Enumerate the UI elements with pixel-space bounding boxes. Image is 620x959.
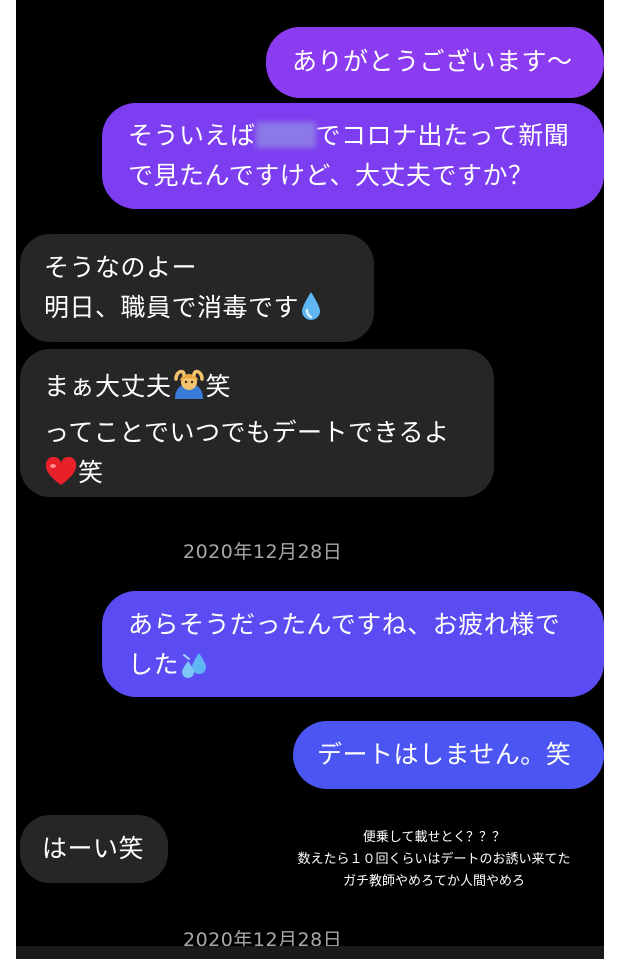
caption-line: 数えたら１０回くらいはデートのお誘い来てた bbox=[297, 852, 571, 867]
message-text: デートはしません。笑 bbox=[317, 740, 572, 769]
message-text-fragment: 明日、職員で消毒です bbox=[44, 293, 300, 322]
message-text: はーい笑 bbox=[42, 834, 145, 863]
message-text-line: そういえば でコロナ出たって新聞 bbox=[128, 116, 604, 156]
person-gesturing-ok-icon bbox=[172, 369, 206, 413]
message-text-line: した bbox=[128, 645, 604, 691]
redacted-text bbox=[255, 122, 316, 148]
incoming-message[interactable]: まぁ大丈夫笑 ってことでいつでもデートできるよ 笑 bbox=[20, 349, 494, 497]
message-text-line: そうなのよー bbox=[44, 253, 198, 282]
outgoing-message[interactable]: あらそうだったんですね、お疲れ様で した bbox=[102, 591, 604, 697]
message-text-line: あらそうだったんですね、お疲れ様で bbox=[128, 610, 561, 639]
message-text-line: まぁ大丈夫 笑 bbox=[44, 367, 494, 413]
caption-line: 便乗して載せとく？？？ bbox=[362, 830, 506, 845]
message-text: ありがとうございます〜 bbox=[292, 47, 573, 76]
red-heart-icon bbox=[44, 456, 78, 499]
overlay-caption: 便乗して載せとく？？？ 数えたら１０回くらいはデートのお誘い来てた ガチ教師やめ… bbox=[284, 827, 584, 893]
droplet-icon bbox=[299, 290, 323, 334]
chat-screen: ありがとうございます〜 そういえば でコロナ出たって新聞 で見たんですけど、大丈夫… bbox=[16, 0, 604, 959]
outgoing-message[interactable]: ありがとうございます〜 bbox=[266, 27, 604, 98]
message-text-fragment: 笑 bbox=[205, 372, 232, 401]
incoming-message[interactable]: はーい笑 bbox=[20, 815, 168, 883]
incoming-message[interactable]: そうなのよー 明日、職員で消毒です bbox=[20, 234, 374, 342]
outgoing-message[interactable]: そういえば でコロナ出たって新聞 で見たんですけど、大丈夫ですか？ bbox=[102, 103, 604, 209]
message-text-fragment: でコロナ出たって新聞 bbox=[315, 121, 570, 150]
bottom-bar bbox=[16, 946, 604, 959]
message-text-line: 笑 bbox=[44, 453, 494, 499]
sweat-droplets-icon bbox=[179, 651, 209, 691]
date-separator: 2020年12月28日 bbox=[183, 541, 343, 563]
message-text-line: で見たんですけど、大丈夫ですか？ bbox=[128, 161, 534, 190]
message-text-line: 明日、職員で消毒です bbox=[44, 288, 374, 334]
caption-line: ガチ教師やめろてか人間やめろ bbox=[342, 874, 525, 889]
outgoing-message[interactable]: デートはしません。笑 bbox=[293, 721, 604, 789]
message-text-fragment: した bbox=[128, 650, 180, 679]
message-text-fragment: 笑 bbox=[78, 458, 104, 487]
message-text-fragment: そういえば bbox=[128, 121, 256, 150]
message-text-fragment: まぁ大丈夫 bbox=[44, 372, 172, 401]
message-text-line: ってことでいつでもデートできるよ bbox=[44, 418, 450, 447]
